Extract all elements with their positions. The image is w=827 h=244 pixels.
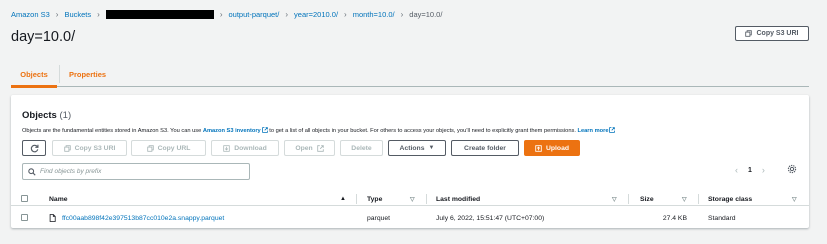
copy-icon (146, 144, 154, 152)
column-divider (628, 194, 629, 204)
chevron-right-icon: › (55, 9, 59, 19)
refresh-icon (30, 144, 39, 152)
copy-s3-uri-label: Copy S3 URI (756, 30, 799, 37)
copy-url-button[interactable]: Copy URL (131, 140, 206, 156)
actions-label: Actions (399, 144, 425, 152)
download-icon (223, 144, 230, 152)
external-link-icon (316, 144, 324, 152)
actions-dropdown[interactable]: Actions ▼ (388, 140, 446, 156)
s3-inventory-link[interactable]: Amazon S3 inventory (203, 128, 261, 134)
refresh-button[interactable] (22, 140, 46, 156)
copy-icon (63, 144, 71, 152)
chevron-right-icon: › (285, 9, 289, 19)
object-last-modified: July 6, 2022, 15:51:47 (UTC+07:00) (436, 214, 545, 222)
copy-s3-uri-label: Copy S3 URI (74, 144, 116, 152)
object-size: 27.4 KB (662, 214, 687, 222)
pagination: ‹ 1 › (735, 163, 765, 177)
chevron-right-icon: › (400, 9, 404, 19)
objects-panel: Objects (1) Objects are the fundamental … (11, 95, 809, 228)
desc-text-before: Objects are the fundamental entities sto… (22, 128, 203, 134)
table-header: Name ▲ Type ▽ Last modified ▽ Size ▽ Sto… (11, 192, 809, 206)
next-page-icon[interactable]: › (762, 165, 765, 175)
column-header-storage-class[interactable]: Storage class (708, 192, 752, 206)
object-storage-class: Standard (708, 214, 736, 222)
tab-objects[interactable]: Objects (11, 61, 57, 88)
breadcrumb-year[interactable]: year=2010.0/ (294, 10, 338, 19)
create-folder-button[interactable]: Create folder (451, 140, 519, 156)
upload-button[interactable]: Upload (524, 140, 580, 156)
upload-label: Upload (545, 144, 570, 152)
upload-icon (535, 144, 542, 152)
column-header-size[interactable]: Size (640, 192, 654, 206)
sort-ascending-icon[interactable]: ▲ (340, 192, 346, 206)
search-box (22, 163, 250, 180)
chevron-right-icon: › (97, 9, 100, 19)
external-link-icon (609, 127, 616, 133)
column-header-name[interactable]: Name (49, 192, 68, 206)
object-name-link[interactable]: ffc00aab898f42e397513b87cc010e2a.snappy.… (62, 211, 224, 225)
learn-more-link[interactable]: Learn more (578, 128, 609, 134)
breadcrumb-buckets[interactable]: Buckets (64, 10, 91, 19)
page-number[interactable]: 1 (748, 167, 752, 174)
page-title: day=10.0/ (11, 29, 76, 45)
breadcrumb-month[interactable]: month=10.0/ (353, 10, 395, 19)
objects-title: Objects (22, 110, 57, 121)
column-header-type[interactable]: Type (367, 192, 382, 206)
tab-properties[interactable]: Properties (59, 65, 115, 83)
sort-icon[interactable]: ▽ (612, 192, 617, 206)
breadcrumb-amazon-s3[interactable]: Amazon S3 (11, 10, 50, 19)
caret-down-icon: ▼ (428, 145, 435, 151)
row-checkbox[interactable] (21, 214, 28, 221)
objects-description: Objects are the fundamental entities sto… (22, 127, 616, 134)
tab-bar: Objects Properties (11, 61, 809, 88)
object-type: parquet (367, 214, 391, 222)
table-row[interactable]: ffc00aab898f42e397513b87cc010e2a.snappy.… (11, 211, 809, 225)
chevron-right-icon: › (219, 9, 223, 19)
sort-icon[interactable]: ▽ (792, 192, 797, 206)
desc-text-after: to get a list of all objects in your buc… (267, 128, 578, 134)
open-button[interactable]: Open (284, 140, 335, 156)
select-all-checkbox[interactable] (21, 195, 28, 202)
create-folder-label: Create folder (464, 144, 506, 152)
delete-button[interactable]: Delete (340, 140, 383, 156)
breadcrumb-current: day=10.0/ (409, 9, 443, 19)
column-divider (698, 194, 699, 204)
column-header-last-modified[interactable]: Last modified (436, 192, 480, 206)
copy-icon (745, 30, 753, 37)
sort-icon[interactable]: ▽ (410, 192, 415, 206)
objects-count: (1) (59, 110, 72, 121)
download-button[interactable]: Download (211, 140, 279, 156)
search-input[interactable] (40, 168, 240, 175)
file-icon (49, 214, 56, 222)
breadcrumb-output-parquet[interactable]: output-parquet/ (228, 10, 279, 19)
search-icon (28, 167, 36, 176)
copy-url-label: Copy URL (157, 144, 191, 152)
objects-heading: Objects (1) (22, 110, 71, 121)
column-divider (426, 194, 427, 204)
copy-s3-uri-button[interactable]: Copy S3 URI (52, 140, 127, 156)
copy-s3-uri-header-button[interactable]: Copy S3 URI (735, 26, 809, 41)
breadcrumb-bucket-redacted[interactable] (105, 9, 214, 19)
download-label: Download (234, 144, 267, 152)
sort-icon[interactable]: ▽ (682, 192, 687, 206)
column-divider (356, 194, 357, 204)
chevron-right-icon: › (344, 9, 347, 19)
gear-icon[interactable] (787, 164, 797, 174)
breadcrumb: Amazon S3 › Buckets › › output-parquet/ … (11, 8, 442, 20)
previous-page-icon[interactable]: ‹ (735, 165, 738, 175)
open-label: Open (295, 144, 313, 152)
delete-label: Delete (351, 144, 372, 152)
